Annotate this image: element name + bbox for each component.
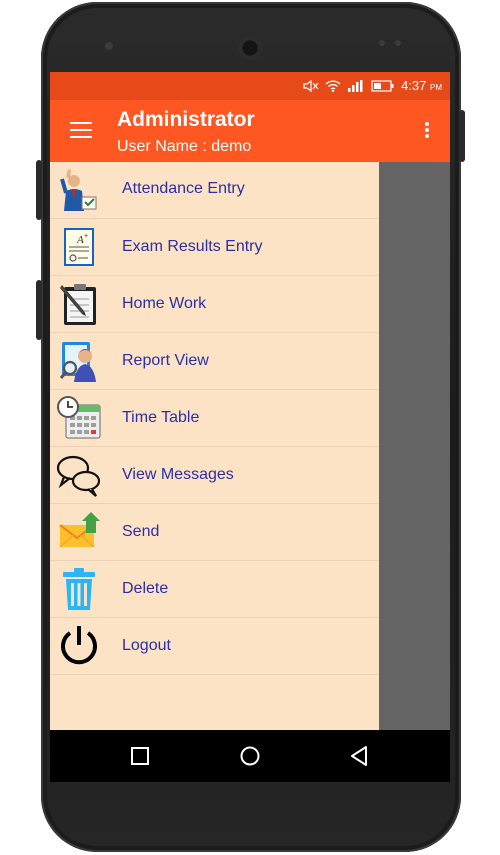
menu-item-label: Delete	[122, 580, 169, 597]
messages-icon	[56, 455, 101, 497]
battery-icon	[371, 79, 394, 92]
navigation-drawer: Attendance Entry A + Exam Results Entry	[50, 162, 379, 730]
overflow-menu-icon[interactable]	[424, 122, 430, 140]
menu-item-view-messages[interactable]: View Messages	[50, 447, 379, 504]
trash-icon	[63, 568, 95, 610]
menu-item-home-work[interactable]: Home Work	[50, 276, 379, 333]
menu-item-label: Home Work	[122, 295, 207, 312]
menu-item-label: Report View	[122, 352, 209, 369]
signal-icon	[348, 79, 363, 92]
menu-item-label: Logout	[122, 637, 171, 654]
attendance-icon	[60, 169, 97, 211]
timetable-icon	[57, 396, 101, 439]
homework-icon	[60, 284, 96, 325]
send-icon	[59, 512, 100, 548]
earpiece-speaker	[238, 36, 262, 60]
sensor	[395, 40, 401, 46]
status-time: 4:37 PM	[401, 78, 442, 93]
exam-results-icon: A +	[64, 228, 94, 266]
menu-item-exam-results-entry[interactable]: A + Exam Results Entry	[50, 219, 379, 276]
toolbar-title: Administrator	[117, 108, 255, 131]
status-time-value: 4:37	[401, 78, 427, 93]
wifi-icon	[325, 79, 341, 92]
menu-item-label: Attendance Entry	[122, 180, 245, 197]
app-toolbar: Administrator User Name : demo	[50, 100, 450, 162]
status-bar: 4:37 PM	[50, 72, 450, 100]
hamburger-menu-icon[interactable]	[70, 122, 92, 138]
menu-item-logout[interactable]: Logout	[50, 618, 379, 675]
system-navigation-bar	[50, 730, 450, 782]
power-icon	[61, 626, 97, 665]
menu-item-label: Time Table	[122, 409, 200, 426]
screen: 4:37 PM Administrator User Name : demo A…	[50, 72, 450, 782]
menu-item-delete[interactable]: Delete	[50, 561, 379, 618]
side-button	[36, 280, 42, 340]
menu-item-label: Exam Results Entry	[122, 238, 263, 255]
menu-item-report-view[interactable]: Report View	[50, 333, 379, 390]
front-camera	[105, 42, 113, 50]
report-view-icon	[59, 342, 96, 382]
mute-icon	[303, 79, 319, 92]
recents-icon[interactable]	[128, 744, 152, 768]
svg-text:+: +	[84, 233, 88, 240]
toolbar-subtitle: User Name : demo	[117, 138, 252, 155]
status-time-ampm: PM	[430, 83, 442, 92]
svg-text:A: A	[76, 234, 84, 246]
side-button	[459, 110, 465, 162]
menu-item-attendance-entry[interactable]: Attendance Entry	[50, 162, 379, 219]
home-icon[interactable]	[238, 744, 262, 768]
back-icon[interactable]	[348, 744, 372, 768]
menu-item-label: Send	[122, 523, 160, 540]
menu-item-time-table[interactable]: Time Table	[50, 390, 379, 447]
sensor	[379, 40, 385, 46]
side-button	[36, 160, 42, 220]
menu-item-send[interactable]: Send	[50, 504, 379, 561]
menu-item-label: View Messages	[122, 466, 234, 483]
